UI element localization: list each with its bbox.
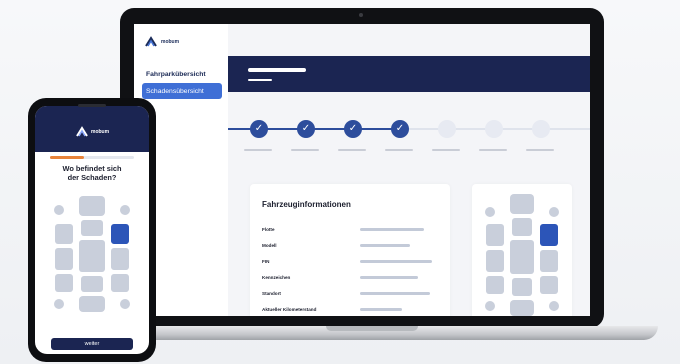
step-3-done[interactable]: ✓ <box>344 120 362 138</box>
progress-stepper: ✓ ✓ ✓ ✓ <box>228 108 590 151</box>
check-icon: ✓ <box>348 123 358 134</box>
field-label-kilometerstand: Aktueller Kilometerstand <box>262 307 317 312</box>
check-icon: ✓ <box>254 123 264 134</box>
phone-screen: mobum Wo befindet sich der Schaden? weit… <box>35 106 149 354</box>
logo-text: mobum <box>91 129 110 135</box>
field-value-modell <box>360 244 410 247</box>
step-label-placeholder <box>385 149 413 151</box>
step-label-placeholder <box>479 149 507 151</box>
step-label-placeholder <box>244 149 272 151</box>
vehicle-info-card: Fahrzeuginformationen Flotte Modell FIN … <box>250 184 450 316</box>
card-title: Fahrzeuginformationen <box>262 200 351 209</box>
step-5-todo[interactable] <box>438 120 456 138</box>
field-value-kennzeichen <box>360 276 418 279</box>
header-title-placeholder <box>248 68 306 72</box>
step-label-placeholder <box>291 149 319 151</box>
field-label-fin: FIN <box>262 259 270 264</box>
field-value-standort <box>360 292 430 295</box>
sidebar-item-schaden[interactable]: Schadensübersicht <box>142 83 222 99</box>
laptop-notch <box>326 326 418 331</box>
field-value-kilometerstand <box>360 308 402 311</box>
sidebar-item-label: Fahrparkübersicht <box>146 70 206 78</box>
field-value-flotte <box>360 228 424 231</box>
field-label-kennzeichen: Kennzeichen <box>262 275 291 280</box>
mobum-logo-icon <box>76 126 88 137</box>
laptop-screen: mobum Fahrparkübersicht Schadensübersich… <box>134 24 590 316</box>
page-header-banner <box>228 56 590 92</box>
phone-header: mobum <box>35 106 149 152</box>
logo-text: mobum <box>161 39 180 45</box>
field-label-standort: Standort <box>262 291 281 296</box>
check-icon: ✓ <box>395 123 405 134</box>
sidebar-item-fahrpark[interactable]: Fahrparkübersicht <box>142 66 222 82</box>
step-label-placeholder <box>432 149 460 151</box>
car-diagram-icon[interactable] <box>35 188 149 318</box>
laptop-camera <box>359 13 363 17</box>
damage-highlight-right-front <box>111 224 129 244</box>
phone-progress-fill <box>50 156 84 159</box>
damage-question: Wo befindet sich der Schaden? <box>62 164 122 183</box>
car-diagram-icon[interactable] <box>472 184 572 316</box>
step-label-placeholder <box>526 149 554 151</box>
header-subtitle-placeholder <box>248 79 272 81</box>
sidebar-item-label: Schadensübersicht <box>146 87 204 95</box>
field-label-modell: Modell <box>262 243 277 248</box>
field-label-flotte: Flotte <box>262 227 275 232</box>
next-button-label: weiter <box>84 341 100 347</box>
mobum-logo-icon <box>145 36 157 47</box>
next-button[interactable]: weiter <box>51 338 133 350</box>
phone-speaker <box>78 104 106 107</box>
step-7-todo[interactable] <box>532 120 550 138</box>
step-1-done[interactable]: ✓ <box>250 120 268 138</box>
step-4-done[interactable]: ✓ <box>391 120 409 138</box>
check-icon: ✓ <box>301 123 311 134</box>
field-value-fin <box>360 260 432 263</box>
damage-diagram-card <box>472 184 572 316</box>
step-label-placeholder <box>338 149 366 151</box>
step-2-done[interactable]: ✓ <box>297 120 315 138</box>
step-6-todo[interactable] <box>485 120 503 138</box>
app-logo[interactable]: mobum <box>144 33 179 51</box>
phone-logo[interactable]: mobum <box>75 126 109 138</box>
damage-highlight-right-front <box>540 224 558 246</box>
